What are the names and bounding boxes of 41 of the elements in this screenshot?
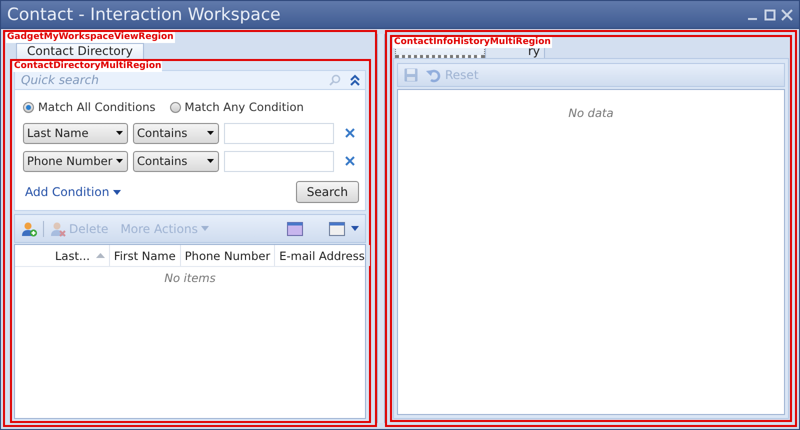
remove-icon[interactable] xyxy=(345,128,355,138)
delete-contact-icon xyxy=(50,220,66,236)
column-header[interactable]: Phone Number xyxy=(180,245,276,266)
empty-message: No items xyxy=(163,271,217,285)
operator-dropdown[interactable]: Contains xyxy=(133,150,219,172)
search-icon xyxy=(329,74,341,86)
region-tooltip: ContactDirectoryMultiRegion xyxy=(13,61,162,72)
panel-layout-icon[interactable] xyxy=(287,222,303,236)
value-field[interactable] xyxy=(224,122,334,144)
column-header[interactable]: First Name xyxy=(110,245,181,266)
add-condition-link[interactable]: Add Condition xyxy=(23,185,122,199)
operator-dropdown[interactable]: Contains xyxy=(133,122,219,144)
match-radio[interactable]: Match Any Condition xyxy=(170,100,304,114)
empty-message: No data xyxy=(567,106,615,120)
caret-icon xyxy=(207,159,214,163)
add-contact-icon[interactable] xyxy=(21,220,37,236)
quick-search-input[interactable]: Quick search xyxy=(15,71,329,89)
quick-search-field[interactable]: Quick search xyxy=(14,70,366,90)
column-header[interactable]: E-mail Address xyxy=(275,245,370,266)
search-button[interactable]: Search xyxy=(296,181,359,203)
caret-icon xyxy=(116,131,123,135)
caret-icon xyxy=(113,190,122,194)
value-field[interactable] xyxy=(224,150,334,172)
caret-icon xyxy=(200,226,209,231)
window-title: Contact - Interaction Workspace xyxy=(7,4,282,24)
caret-icon xyxy=(116,159,123,163)
field-dropdown[interactable]: Phone Number xyxy=(23,150,128,172)
field-dropdown[interactable]: Last Name xyxy=(23,122,128,144)
caret-icon xyxy=(207,131,214,135)
window-layout-icon[interactable] xyxy=(329,222,345,236)
region-tooltip: ContactInfoHistoryMultiRegion xyxy=(393,37,552,48)
region-tooltip: GadgetMyWorkspaceViewRegion xyxy=(6,32,175,43)
maximize-icon[interactable] xyxy=(764,8,776,20)
directory-tab[interactable]: Contact Directory xyxy=(16,43,144,59)
remove-icon[interactable] xyxy=(345,156,355,166)
match-radio[interactable]: Match All Conditions xyxy=(23,100,156,114)
undo-icon xyxy=(426,67,442,83)
collapse-icon[interactable] xyxy=(349,74,361,86)
close-icon[interactable] xyxy=(781,8,793,20)
caret-icon[interactable] xyxy=(351,226,359,231)
column-header[interactable]: Last... xyxy=(51,245,110,266)
